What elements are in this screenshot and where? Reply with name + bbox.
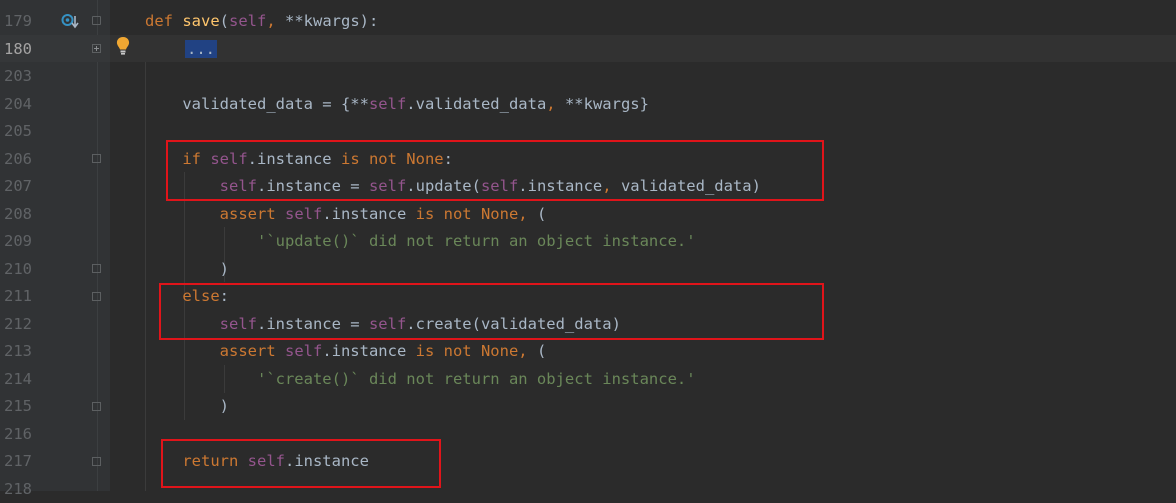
line-number: 211 xyxy=(4,287,32,305)
code-token: .validated_data xyxy=(406,94,547,113)
code-line[interactable]: 213 assert self.instance is not None, ( xyxy=(0,338,1176,365)
code-token: self xyxy=(284,204,323,223)
code-line[interactable]: 215 ) xyxy=(0,393,1176,420)
code-token: is not None, xyxy=(415,204,537,223)
code-text[interactable]: assert self.instance is not None, ( xyxy=(145,338,547,365)
line-number: 218 xyxy=(4,479,32,498)
code-token: save xyxy=(182,12,220,30)
code-token: validated_data = {** xyxy=(145,94,369,113)
line-number: 213 xyxy=(4,342,32,360)
code-token: assert xyxy=(145,342,285,360)
fold-end-icon[interactable] xyxy=(92,264,101,273)
code-text[interactable]: ) xyxy=(145,256,229,283)
line-number: 210 xyxy=(4,259,32,278)
fold-end-icon[interactable] xyxy=(92,457,101,466)
code-text[interactable]: '`create()` did not return an object ins… xyxy=(145,366,696,393)
code-token: .instance xyxy=(322,204,416,223)
code-token: ( xyxy=(536,204,547,223)
code-line[interactable]: 210 ) xyxy=(0,256,1176,283)
code-token: self xyxy=(284,342,323,360)
code-line[interactable]: 180... xyxy=(0,36,1176,63)
code-token: self xyxy=(368,94,407,113)
code-token: is not None, xyxy=(415,342,537,360)
code-line[interactable]: 209 '`update()` did not return an object… xyxy=(0,228,1176,255)
code-token: '`update()` did not return an object ins… xyxy=(145,232,696,250)
highlight-box-return xyxy=(161,439,441,488)
code-token: , xyxy=(546,94,565,113)
fold-end-icon[interactable] xyxy=(92,402,101,411)
code-token: ) xyxy=(145,259,229,278)
code-line[interactable]: 203 xyxy=(0,63,1176,90)
highlight-box-if-block xyxy=(166,140,824,201)
code-line[interactable]: 179 def save(self, **kwargs): xyxy=(0,8,1176,35)
code-token: ( xyxy=(536,342,547,360)
line-number: 215 xyxy=(4,397,32,415)
line-number: 180 xyxy=(4,39,32,58)
code-token: ) xyxy=(145,397,229,415)
code-token: ( xyxy=(219,12,229,30)
code-token: def xyxy=(145,12,183,30)
line-number: 214 xyxy=(4,369,32,388)
highlight-box-else-block xyxy=(159,283,824,340)
lightbulb-icon[interactable] xyxy=(115,36,131,56)
code-token: , xyxy=(266,12,285,30)
folded-code-placeholder[interactable]: ... xyxy=(185,39,217,58)
code-line[interactable]: 208 assert self.instance is not None, ( xyxy=(0,201,1176,228)
line-number: 209 xyxy=(4,232,32,250)
line-number: 208 xyxy=(4,204,32,223)
line-number: 204 xyxy=(4,94,32,113)
line-number: 179 xyxy=(4,12,32,30)
fold-marker-icon[interactable] xyxy=(92,154,101,163)
line-number: 203 xyxy=(4,67,32,85)
code-text[interactable]: validated_data = {**self.validated_data,… xyxy=(145,91,649,118)
line-number: 206 xyxy=(4,149,32,168)
code-token: self xyxy=(229,12,267,30)
line-number: 216 xyxy=(4,424,32,443)
code-token: assert xyxy=(145,204,285,223)
code-token: .instance xyxy=(322,342,416,360)
override-method-icon[interactable] xyxy=(61,13,79,31)
code-line[interactable]: 204 validated_data = {**self.validated_d… xyxy=(0,91,1176,118)
fold-expand-icon[interactable] xyxy=(92,44,101,53)
code-text[interactable]: ... xyxy=(185,36,217,63)
line-number: 207 xyxy=(4,177,32,195)
code-token: **kwargs): xyxy=(285,12,379,30)
code-text[interactable]: def save(self, **kwargs): xyxy=(145,8,378,35)
code-text[interactable]: ) xyxy=(145,393,229,420)
fold-marker-icon[interactable] xyxy=(92,16,101,25)
code-text[interactable]: assert self.instance is not None, ( xyxy=(145,201,547,228)
code-token: '`create()` did not return an object ins… xyxy=(145,369,696,388)
fold-marker-icon[interactable] xyxy=(92,292,101,301)
line-number: 217 xyxy=(4,452,32,470)
line-number: 212 xyxy=(4,314,32,333)
code-text[interactable]: '`update()` did not return an object ins… xyxy=(145,228,696,255)
code-token: **kwargs} xyxy=(564,94,649,113)
code-line[interactable]: 214 '`create()` did not return an object… xyxy=(0,366,1176,393)
line-number: 205 xyxy=(4,122,32,140)
